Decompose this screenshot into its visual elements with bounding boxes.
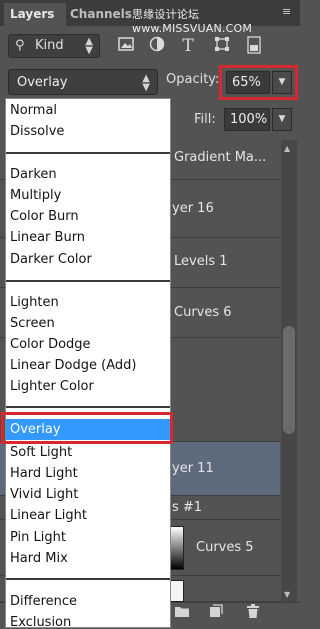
- layer-thumbnail: [170, 580, 184, 602]
- new-layer-icon[interactable]: [206, 604, 226, 624]
- trash-icon[interactable]: [243, 604, 263, 624]
- menu-item-multiply[interactable]: Multiply: [6, 185, 170, 206]
- fill-dropdown-button[interactable]: ▼: [272, 108, 292, 131]
- menu-separator: [6, 280, 170, 282]
- menu-item-linear-light[interactable]: Linear Light: [6, 505, 170, 526]
- shape-filter-icon[interactable]: [212, 36, 232, 56]
- new-group-folder-icon[interactable]: [172, 604, 192, 624]
- adjustment-filter-icon[interactable]: [147, 36, 167, 56]
- menu-item-linear-burn[interactable]: Linear Burn: [6, 227, 170, 248]
- scroll-down-arrow-icon[interactable]: ▼: [284, 590, 290, 599]
- select-arrows-icon: ▲ ▼: [85, 36, 93, 56]
- opacity-input[interactable]: 65%: [226, 71, 270, 94]
- smart-object-filter-icon[interactable]: [244, 36, 264, 56]
- blend-mode-value: Overlay: [17, 75, 68, 90]
- menu-item-difference[interactable]: Difference: [6, 591, 170, 612]
- scroll-up-arrow-icon[interactable]: ▲: [284, 144, 290, 153]
- opacity-label: Opacity:: [166, 72, 220, 87]
- menu-item-dissolve[interactable]: Dissolve: [6, 121, 170, 142]
- blend-mode-menu: Normal Dissolve Darken Multiply Color Bu…: [5, 98, 171, 628]
- menu-item-linear-dodge[interactable]: Linear Dodge (Add): [6, 355, 170, 376]
- menu-item-exclusion[interactable]: Exclusion: [6, 612, 170, 627]
- menu-item-color-burn[interactable]: Color Burn: [6, 206, 170, 227]
- menu-item-color-dodge[interactable]: Color Dodge: [6, 334, 170, 355]
- layer-name: Gradient Ma...: [174, 150, 267, 165]
- tab-layers[interactable]: Layers: [4, 3, 66, 26]
- menu-item-normal[interactable]: Normal: [6, 100, 170, 121]
- layer-name: Levels 1: [174, 254, 228, 269]
- menu-item-hard-mix[interactable]: Hard Mix: [6, 548, 170, 569]
- opacity-dropdown-button[interactable]: ▼: [272, 71, 292, 94]
- menu-separator: [6, 406, 170, 408]
- menu-item-darker-color[interactable]: Darker Color: [6, 249, 170, 270]
- scrollbar-thumb[interactable]: [283, 326, 295, 434]
- fill-label: Fill:: [194, 112, 216, 127]
- menu-item-pin-light[interactable]: Pin Light: [6, 527, 170, 548]
- layer-thumbnail: [170, 526, 184, 570]
- layer-name: yer 16: [172, 201, 214, 216]
- menu-separator: [6, 578, 170, 580]
- menu-item-lighten[interactable]: Lighten: [6, 292, 170, 313]
- fill-input[interactable]: 100%: [224, 108, 270, 131]
- watermark-text: 思缘设计论坛 www.MISSVUAN.COM: [132, 8, 253, 35]
- kind-filter-select[interactable]: ⚲ Kind ▲ ▼: [8, 34, 100, 58]
- kind-filter-label: Kind: [35, 38, 64, 53]
- menu-separator: [6, 152, 170, 154]
- menu-item-screen[interactable]: Screen: [6, 313, 170, 334]
- layer-name: Curves 6: [174, 305, 232, 320]
- layer-name: yer 11: [172, 461, 214, 476]
- layer-name: Curves 5: [196, 540, 254, 555]
- tab-channels[interactable]: Channels: [64, 3, 138, 26]
- panel-menu-icon[interactable]: ≡: [282, 5, 296, 21]
- layers-panel: Layers Channels 思缘设计论坛 www.MISSVUAN.COM …: [0, 0, 300, 629]
- overlay-annotation-box: [1, 412, 173, 444]
- menu-item-lighter-color[interactable]: Lighter Color: [6, 376, 170, 397]
- type-filter-icon[interactable]: T: [178, 36, 198, 56]
- image-filter-icon[interactable]: [116, 36, 136, 56]
- menu-item-soft-light[interactable]: Soft Light: [6, 442, 170, 463]
- panel-tab-bar: Layers Channels 思缘设计论坛 www.MISSVUAN.COM …: [0, 0, 300, 35]
- select-arrows-icon: ▲ ▼: [142, 73, 150, 93]
- search-icon: ⚲: [15, 38, 25, 53]
- menu-item-vivid-light[interactable]: Vivid Light: [6, 484, 170, 505]
- blend-mode-select[interactable]: Overlay ▲ ▼: [8, 69, 158, 95]
- menu-item-hard-light[interactable]: Hard Light: [6, 463, 170, 484]
- layer-name: s #1: [172, 500, 203, 515]
- menu-item-darken[interactable]: Darken: [6, 164, 170, 185]
- opacity-annotation-box: 65% ▼: [219, 65, 298, 100]
